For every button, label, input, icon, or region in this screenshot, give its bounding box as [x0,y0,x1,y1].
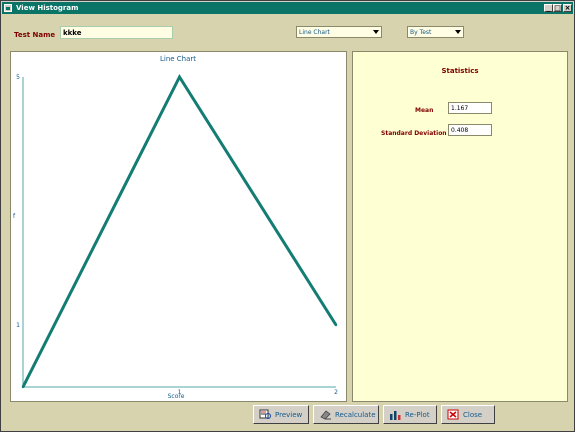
chart-type-select[interactable]: Line Chart [296,26,382,38]
stddev-value-field[interactable]: 0.408 [448,124,492,136]
recalculate-button[interactable]: Recalculate [313,405,379,424]
y-tick-label: 5 [16,74,20,81]
replot-label: Re-Plot [405,410,430,419]
chart-title: Line Chart [160,55,196,63]
test-name-label: Test Name [14,31,56,39]
y-mid-label: f [13,213,16,220]
grouping-value: By Test [410,29,432,36]
app-icon [4,4,12,12]
y-tick-label: 1 [16,322,20,329]
print-preview-icon [259,409,271,419]
x-box-icon [447,409,459,420]
close-label: Close [463,410,483,419]
grouping-select[interactable]: By Test [407,26,464,38]
stddev-label: Standard Deviation [381,130,447,137]
main-content: Test Name kkke Line Chart By Test Line C… [2,14,573,431]
x-axis-label: Score [168,393,185,400]
statistics-title: Statistics [441,67,479,75]
line-chart: Line Chart f Score 1 2 1 5 [13,55,338,400]
data-point [178,75,181,79]
x-tick-label: 2 [334,389,338,396]
minimize-icon: _ [546,4,551,12]
close-button[interactable]: Close [441,405,495,424]
recalculate-label: Recalculate [335,410,376,419]
close-icon: × [564,4,571,12]
chevron-down-icon [373,30,379,34]
x-tick-label: 1 [178,389,182,396]
preview-button[interactable]: Preview [253,405,309,424]
maximize-button[interactable]: □ [553,4,562,12]
preview-label: Preview [275,410,303,419]
chevron-down-icon [455,30,461,34]
statistics-panel: Statistics Mean 1.167 Standard Deviation… [352,51,568,402]
series-line [21,73,338,388]
view-histogram-window: View Histogram _ □ × Test Name kkke Line… [0,0,575,432]
close-window-button[interactable]: × [563,4,572,12]
chart-panel: Line Chart f Score 1 2 1 5 [10,51,347,402]
data-point [334,323,338,327]
data-point [21,385,25,389]
replot-button[interactable]: Re-Plot [383,405,437,424]
maximize-icon: □ [554,4,561,12]
window-title: View Histogram [16,4,79,12]
minimize-button[interactable]: _ [544,4,553,12]
mean-label: Mean [415,107,434,114]
test-name-field[interactable]: kkke [60,26,173,39]
title-bar[interactable]: View Histogram _ □ × [2,2,573,14]
chart-type-value: Line Chart [299,29,330,36]
bar-chart-icon [390,411,401,420]
eraser-icon [320,410,331,420]
mean-value-field[interactable]: 1.167 [448,102,492,114]
